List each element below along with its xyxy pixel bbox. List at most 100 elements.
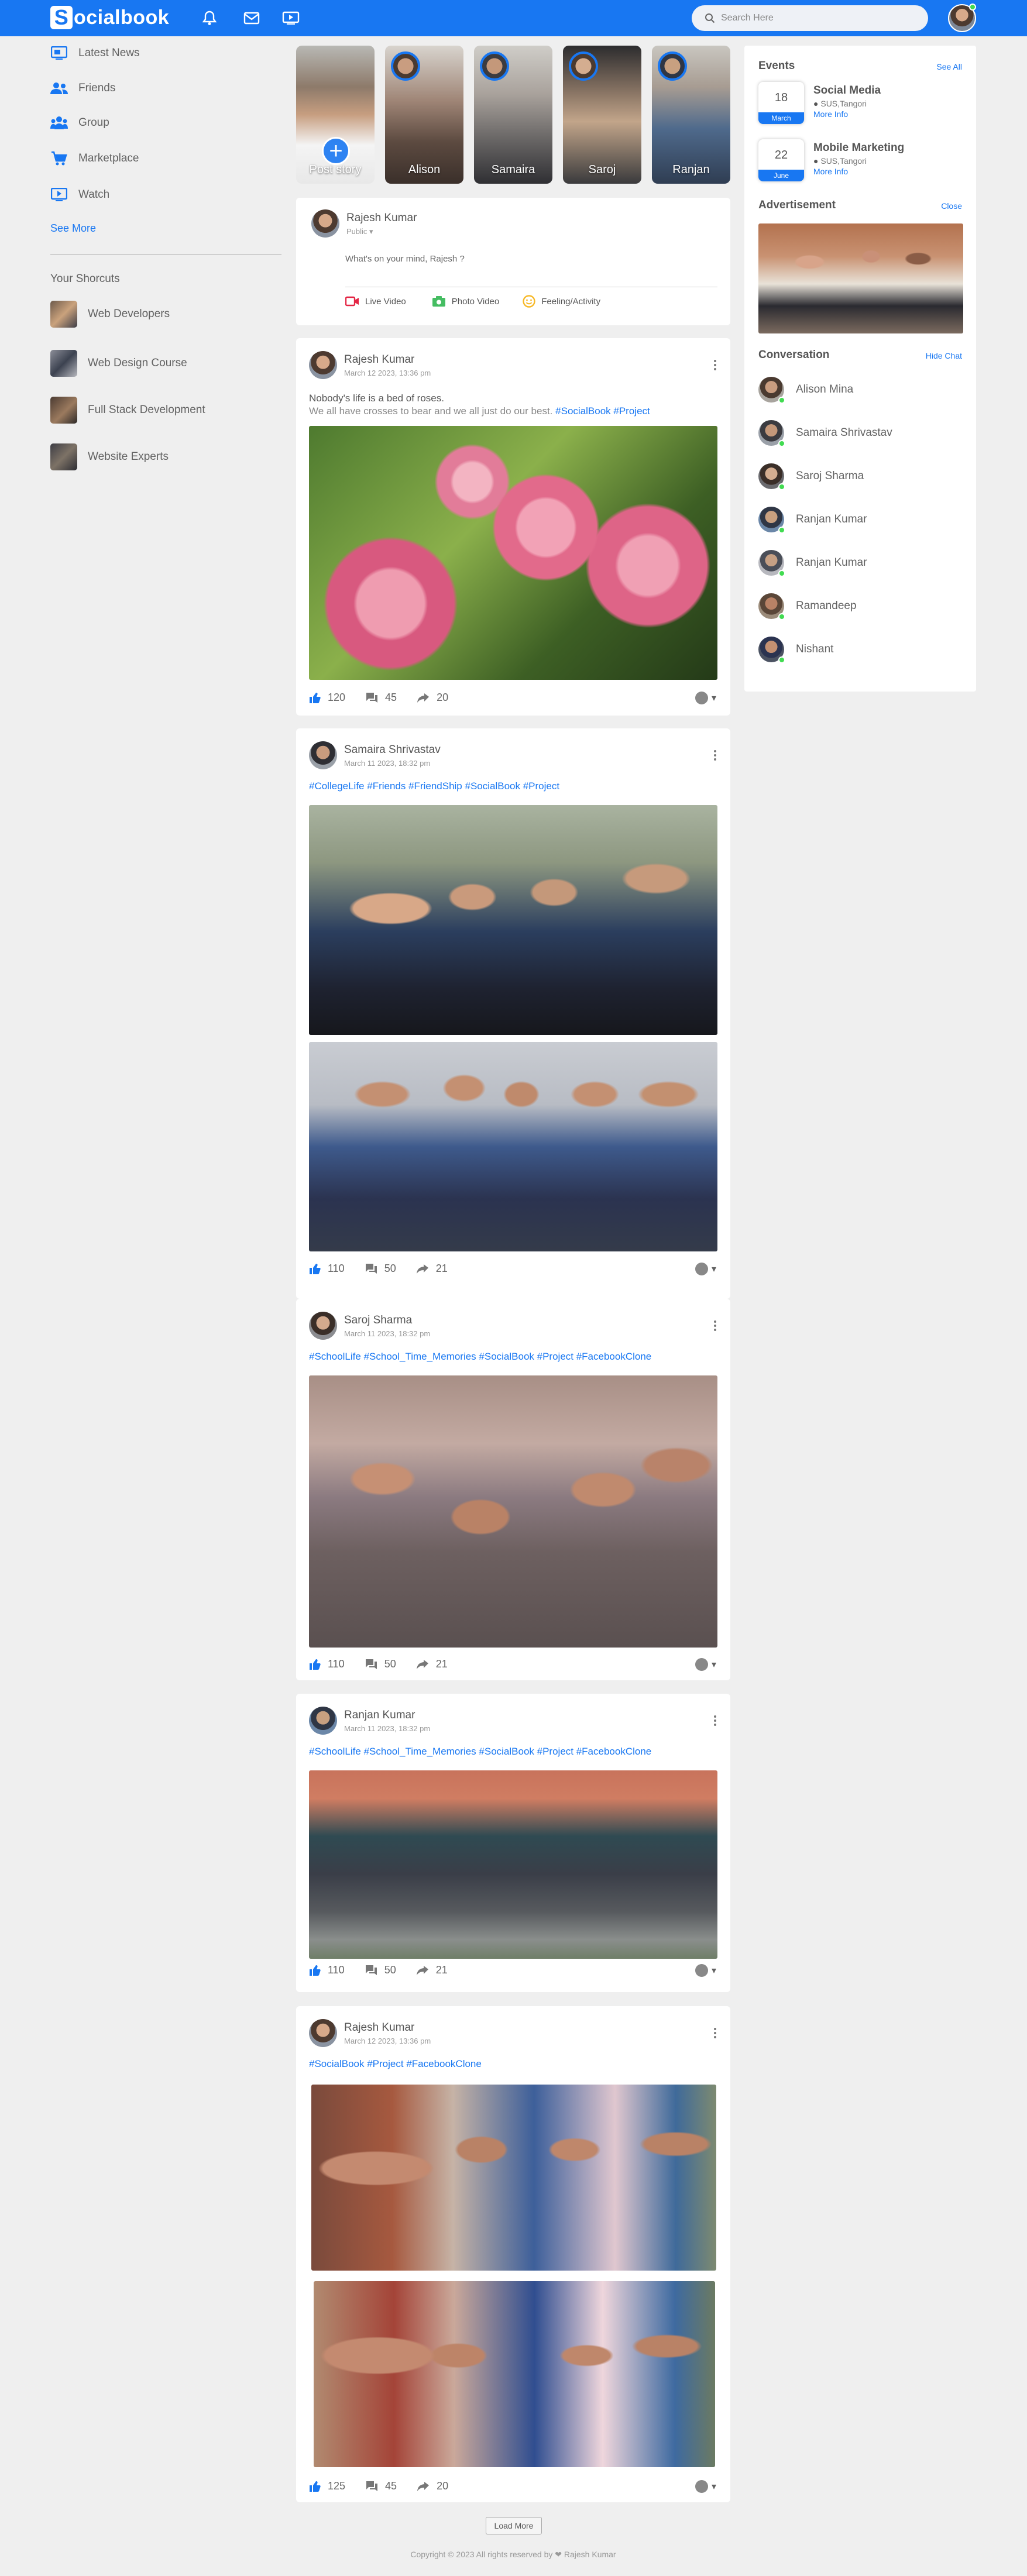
post-card: Rajesh Kumar March 12 2023, 13:36 pm Nob… (296, 338, 730, 716)
reaction-audience-selector[interactable]: ▾ (695, 692, 716, 704)
advertisement-image[interactable] (758, 223, 963, 333)
event-date-badge: 22 June (758, 139, 804, 181)
post-image-classroom[interactable] (309, 1375, 717, 1648)
contact-item[interactable]: Ranjan Kumar (758, 550, 867, 577)
post-image-friends-2[interactable] (309, 1042, 717, 1251)
contact-item[interactable]: Alison Mina (758, 377, 853, 404)
post-options-icon[interactable] (714, 748, 717, 762)
comment-button[interactable]: 45 (365, 2480, 397, 2492)
socialbook-logo[interactable]: Socialbook (50, 5, 169, 29)
search-input[interactable] (721, 13, 908, 23)
post-options-icon[interactable] (714, 1319, 717, 1333)
avatar[interactable] (309, 1707, 337, 1735)
post-options-icon[interactable] (714, 2026, 717, 2040)
reaction-audience-selector[interactable]: ▾ (695, 1658, 716, 1671)
video-icon[interactable] (280, 7, 302, 29)
post-hashtags[interactable]: #SchoolLife #School_Time_Memories #Socia… (309, 1746, 651, 1757)
share-button[interactable]: 21 (416, 1964, 448, 1976)
post-hashtags[interactable]: #SocialBook #Project (555, 405, 650, 417)
comment-icon (366, 2481, 378, 2491)
post-hashtags[interactable]: #SchoolLife #School_Time_Memories #Socia… (309, 1351, 651, 1362)
see-more-link[interactable]: See More (50, 222, 96, 235)
contact-item[interactable]: Nishant (758, 637, 833, 663)
story-alison[interactable]: Alison (385, 46, 463, 184)
reaction-audience-selector[interactable]: ▾ (695, 2480, 716, 2493)
footer-copyright: Copyright © 2023 All rights reserved by … (410, 2550, 616, 2559)
post-author[interactable]: Ranjan Kumar (344, 1709, 430, 1722)
post-image-selfie-1[interactable] (311, 2085, 716, 2271)
share-button[interactable]: 20 (417, 692, 448, 704)
comment-button[interactable]: 50 (365, 1263, 396, 1275)
search-icon (705, 13, 715, 23)
avatar[interactable] (309, 351, 337, 379)
contact-item[interactable]: Saroj Sharma (758, 463, 864, 490)
online-indicator (778, 570, 785, 577)
comment-button[interactable]: 45 (365, 692, 397, 704)
hide-chat-link[interactable]: Hide Chat (926, 351, 962, 360)
load-more-button[interactable]: Load More (486, 2517, 542, 2534)
avatar[interactable] (309, 1312, 337, 1340)
post-options-icon[interactable] (714, 358, 717, 372)
post-author[interactable]: Rajesh Kumar (344, 353, 431, 366)
like-button[interactable]: 120 (309, 692, 345, 704)
reaction-audience-selector[interactable]: ▾ (695, 1263, 716, 1275)
contact-item[interactable]: Ramandeep (758, 593, 857, 620)
sidebar-item-marketplace[interactable]: Marketplace (50, 150, 139, 167)
advertisement-title: Advertisement (758, 199, 836, 211)
event-more-info-link[interactable]: More Info (813, 109, 881, 119)
reaction-audience-selector[interactable]: ▾ (695, 1964, 716, 1977)
shortcut-website-experts[interactable]: Website Experts (50, 443, 169, 470)
comment-button[interactable]: 50 (365, 1658, 396, 1670)
post-image-selfie-2[interactable] (314, 2281, 715, 2467)
shortcut-full-stack-development[interactable]: Full Stack Development (50, 397, 205, 424)
mail-icon[interactable] (241, 7, 263, 29)
story-saroj[interactable]: Saroj (563, 46, 641, 184)
sidebar-item-friends[interactable]: Friends (50, 80, 115, 97)
share-button[interactable]: 21 (416, 1263, 448, 1275)
post-author[interactable]: Saroj Sharma (344, 1314, 430, 1327)
shortcut-thumbnail (50, 301, 77, 328)
share-button[interactable]: 21 (416, 1658, 448, 1670)
contact-item[interactable]: Samaira Shrivastav (758, 420, 892, 447)
live-video-button[interactable]: Live Video (345, 296, 406, 307)
search-bar[interactable] (692, 5, 928, 31)
like-button[interactable]: 110 (309, 1658, 345, 1670)
add-story-plus-icon[interactable]: + (322, 137, 350, 165)
story-post[interactable]: + Post story (296, 46, 375, 184)
post-author[interactable]: Rajesh Kumar (344, 2021, 431, 2034)
post-hashtags[interactable]: #SocialBook #Project #FacebookClone (309, 2058, 482, 2069)
post-options-icon[interactable] (714, 1714, 717, 1728)
story-samaira[interactable]: Samaira (474, 46, 552, 184)
see-all-events-link[interactable]: See All (936, 62, 962, 71)
event-more-info-link[interactable]: More Info (813, 167, 904, 176)
caret-down-icon: ▾ (369, 227, 373, 236)
contact-item[interactable]: Ranjan Kumar (758, 507, 867, 534)
post-image-friends-1[interactable] (309, 805, 717, 1035)
event-item[interactable]: 22 June Mobile Marketing ● SUS,Tangori M… (758, 139, 904, 181)
post-author[interactable]: Samaira Shrivastav (344, 744, 441, 756)
feeling-activity-button[interactable]: Feeling/Activity (523, 295, 600, 308)
like-button[interactable]: 110 (309, 1263, 345, 1275)
close-ad-link[interactable]: Close (941, 201, 962, 211)
avatar[interactable] (311, 209, 339, 238)
share-button[interactable]: 20 (417, 2480, 448, 2492)
story-ranjan[interactable]: Ranjan (652, 46, 730, 184)
sidebar-item-latest-news[interactable]: Latest News (50, 44, 140, 62)
avatar[interactable] (309, 2019, 337, 2047)
sidebar-item-group[interactable]: Group (50, 114, 109, 132)
shortcut-web-design-course[interactable]: Web Design Course (50, 350, 187, 377)
comment-button[interactable]: 50 (365, 1964, 396, 1976)
like-button[interactable]: 110 (309, 1964, 345, 1976)
composer-input[interactable]: What's on your mind, Rajesh ? (345, 254, 465, 264)
post-image-roses[interactable] (309, 426, 717, 680)
post-image-school[interactable] (309, 1770, 717, 1959)
photo-video-button[interactable]: Photo Video (432, 295, 499, 307)
sidebar-item-watch[interactable]: Watch (50, 186, 109, 204)
avatar[interactable] (309, 741, 337, 769)
privacy-selector[interactable]: Public ▾ (346, 227, 417, 236)
event-item[interactable]: 18 March Social Media ● SUS,Tangori More… (758, 82, 881, 124)
post-hashtags[interactable]: #CollegeLife #Friends #FriendShip #Socia… (309, 780, 559, 792)
shortcut-web-developers[interactable]: Web Developers (50, 301, 170, 328)
bell-icon[interactable] (198, 7, 221, 29)
like-button[interactable]: 125 (309, 2480, 345, 2492)
